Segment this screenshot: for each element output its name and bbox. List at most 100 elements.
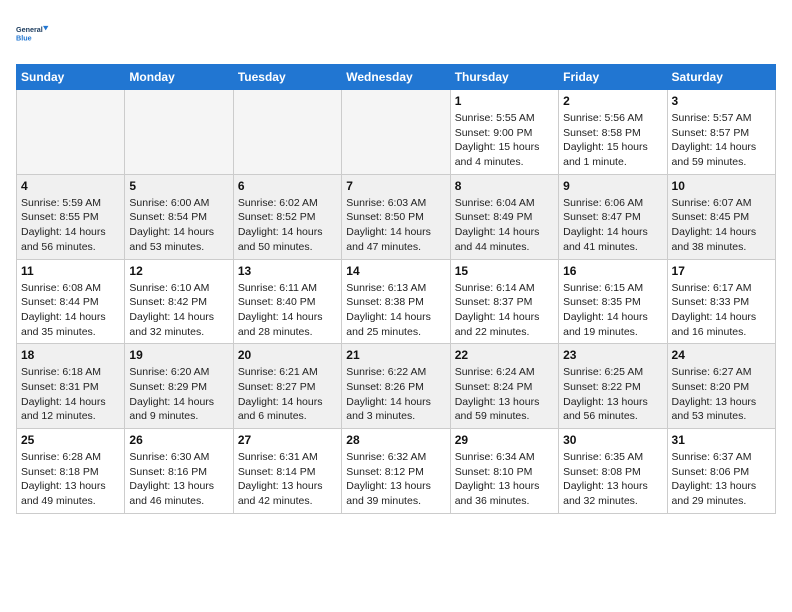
- cell-sun-info: Sunrise: 6:20 AM Sunset: 8:29 PM Dayligh…: [129, 365, 228, 424]
- cell-sun-info: Sunrise: 6:07 AM Sunset: 8:45 PM Dayligh…: [672, 196, 771, 255]
- cell-day-number: 28: [346, 433, 445, 447]
- weekday-header: Thursday: [450, 65, 558, 90]
- cell-sun-info: Sunrise: 6:04 AM Sunset: 8:49 PM Dayligh…: [455, 196, 554, 255]
- cell-sun-info: Sunrise: 5:55 AM Sunset: 9:00 PM Dayligh…: [455, 111, 554, 170]
- calendar-cell: 24Sunrise: 6:27 AM Sunset: 8:20 PM Dayli…: [667, 344, 775, 429]
- calendar-cell: 16 Sunrise: 6:15 AM Sunset: 8:35 PM Dayli…: [559, 259, 667, 344]
- calendar-cell: 1 Sunrise: 5:55 AM Sunset: 9:00 PM Daylig…: [450, 90, 558, 175]
- logo: GeneralBlue: [16, 16, 52, 52]
- calendar-cell: [342, 90, 450, 175]
- cell-sun-info: Sunrise: 6:31 AM Sunset: 8:14 PM Dayligh…: [238, 450, 337, 509]
- cell-sun-info: Sunrise: 6:30 AM Sunset: 8:16 PM Dayligh…: [129, 450, 228, 509]
- calendar-cell: 9 Sunrise: 6:06 AM Sunset: 8:47 PM Daylig…: [559, 174, 667, 259]
- calendar-cell: 30Sunrise: 6:35 AM Sunset: 8:08 PM Dayli…: [559, 429, 667, 514]
- cell-day-number: 31: [672, 433, 771, 447]
- calendar-cell: 19 Sunrise: 6:20 AM Sunset: 8:29 PM Dayli…: [125, 344, 233, 429]
- cell-day-number: 16: [563, 264, 662, 278]
- calendar-cell: 29Sunrise: 6:34 AM Sunset: 8:10 PM Dayli…: [450, 429, 558, 514]
- cell-day-number: 12: [129, 264, 228, 278]
- calendar-week-row: 11Sunrise: 6:08 AM Sunset: 8:44 PM Dayli…: [17, 259, 776, 344]
- cell-sun-info: Sunrise: 6:24 AM Sunset: 8:24 PM Dayligh…: [455, 365, 554, 424]
- weekday-header: Wednesday: [342, 65, 450, 90]
- calendar-cell: 21 Sunrise: 6:22 AM Sunset: 8:26 PM Dayli…: [342, 344, 450, 429]
- calendar-cell: 8 Sunrise: 6:04 AM Sunset: 8:49 PM Daylig…: [450, 174, 558, 259]
- cell-day-number: 26: [129, 433, 228, 447]
- cell-day-number: 25: [21, 433, 120, 447]
- cell-sun-info: Sunrise: 6:28 AM Sunset: 8:18 PM Dayligh…: [21, 450, 120, 509]
- cell-day-number: 20: [238, 348, 337, 362]
- cell-sun-info: Sunrise: 6:22 AM Sunset: 8:26 PM Dayligh…: [346, 365, 445, 424]
- cell-day-number: 21: [346, 348, 445, 362]
- calendar-cell: 3Sunrise: 5:57 AM Sunset: 8:57 PM Daylig…: [667, 90, 775, 175]
- calendar-cell: 22Sunrise: 6:24 AM Sunset: 8:24 PM Dayli…: [450, 344, 558, 429]
- cell-sun-info: Sunrise: 6:37 AM Sunset: 8:06 PM Dayligh…: [672, 450, 771, 509]
- cell-sun-info: Sunrise: 6:13 AM Sunset: 8:38 PM Dayligh…: [346, 281, 445, 340]
- calendar-cell: 20 Sunrise: 6:21 AM Sunset: 8:27 PM Dayli…: [233, 344, 341, 429]
- calendar-cell: 5 Sunrise: 6:00 AM Sunset: 8:54 PM Daylig…: [125, 174, 233, 259]
- cell-day-number: 4: [21, 179, 120, 193]
- cell-day-number: 10: [672, 179, 771, 193]
- cell-sun-info: Sunrise: 6:15 AM Sunset: 8:35 PM Dayligh…: [563, 281, 662, 340]
- calendar-cell: [125, 90, 233, 175]
- cell-sun-info: Sunrise: 6:18 AM Sunset: 8:31 PM Dayligh…: [21, 365, 120, 424]
- cell-day-number: 13: [238, 264, 337, 278]
- cell-day-number: 14: [346, 264, 445, 278]
- calendar-cell: 28 Sunrise: 6:32 AM Sunset: 8:12 PM Dayli…: [342, 429, 450, 514]
- cell-sun-info: Sunrise: 5:56 AM Sunset: 8:58 PM Dayligh…: [563, 111, 662, 170]
- cell-day-number: 9: [563, 179, 662, 193]
- calendar-cell: 17 Sunrise: 6:17 AM Sunset: 8:33 PM Dayli…: [667, 259, 775, 344]
- cell-sun-info: Sunrise: 6:06 AM Sunset: 8:47 PM Dayligh…: [563, 196, 662, 255]
- calendar-cell: 14 Sunrise: 6:13 AM Sunset: 8:38 PM Dayli…: [342, 259, 450, 344]
- cell-day-number: 23: [563, 348, 662, 362]
- cell-sun-info: Sunrise: 6:14 AM Sunset: 8:37 PM Dayligh…: [455, 281, 554, 340]
- cell-day-number: 27: [238, 433, 337, 447]
- cell-sun-info: Sunrise: 6:02 AM Sunset: 8:52 PM Dayligh…: [238, 196, 337, 255]
- calendar-week-row: 4 Sunrise: 5:59 AM Sunset: 8:55 PM Daylig…: [17, 174, 776, 259]
- svg-text:General: General: [16, 25, 43, 34]
- calendar-cell: 13 Sunrise: 6:11 AM Sunset: 8:40 PM Dayli…: [233, 259, 341, 344]
- cell-sun-info: Sunrise: 6:32 AM Sunset: 8:12 PM Dayligh…: [346, 450, 445, 509]
- cell-day-number: 15: [455, 264, 554, 278]
- cell-sun-info: Sunrise: 6:35 AM Sunset: 8:08 PM Dayligh…: [563, 450, 662, 509]
- cell-sun-info: Sunrise: 6:11 AM Sunset: 8:40 PM Dayligh…: [238, 281, 337, 340]
- cell-sun-info: Sunrise: 5:59 AM Sunset: 8:55 PM Dayligh…: [21, 196, 120, 255]
- weekday-header: Sunday: [17, 65, 125, 90]
- weekday-header: Tuesday: [233, 65, 341, 90]
- cell-day-number: 1: [455, 94, 554, 108]
- cell-day-number: 2: [563, 94, 662, 108]
- cell-day-number: 17: [672, 264, 771, 278]
- cell-day-number: 8: [455, 179, 554, 193]
- calendar-cell: [17, 90, 125, 175]
- calendar-cell: 4 Sunrise: 5:59 AM Sunset: 8:55 PM Daylig…: [17, 174, 125, 259]
- cell-day-number: 18: [21, 348, 120, 362]
- cell-day-number: 6: [238, 179, 337, 193]
- calendar-cell: 18 Sunrise: 6:18 AM Sunset: 8:31 PM Dayli…: [17, 344, 125, 429]
- cell-day-number: 5: [129, 179, 228, 193]
- calendar-cell: 26 Sunrise: 6:30 AM Sunset: 8:16 PM Dayli…: [125, 429, 233, 514]
- calendar-cell: 7Sunrise: 6:03 AM Sunset: 8:50 PM Daylig…: [342, 174, 450, 259]
- cell-sun-info: Sunrise: 6:21 AM Sunset: 8:27 PM Dayligh…: [238, 365, 337, 424]
- weekday-header: Monday: [125, 65, 233, 90]
- calendar-cell: 11Sunrise: 6:08 AM Sunset: 8:44 PM Dayli…: [17, 259, 125, 344]
- cell-day-number: 24: [672, 348, 771, 362]
- cell-sun-info: Sunrise: 6:00 AM Sunset: 8:54 PM Dayligh…: [129, 196, 228, 255]
- svg-text:Blue: Blue: [16, 33, 32, 42]
- weekday-header-row: SundayMondayTuesdayWednesdayThursdayFrid…: [17, 65, 776, 90]
- calendar-cell: 2 Sunrise: 5:56 AM Sunset: 8:58 PM Daylig…: [559, 90, 667, 175]
- calendar-cell: [233, 90, 341, 175]
- calendar-cell: 10 Sunrise: 6:07 AM Sunset: 8:45 PM Dayli…: [667, 174, 775, 259]
- cell-sun-info: Sunrise: 6:34 AM Sunset: 8:10 PM Dayligh…: [455, 450, 554, 509]
- cell-day-number: 7: [346, 179, 445, 193]
- calendar-cell: 6 Sunrise: 6:02 AM Sunset: 8:52 PM Daylig…: [233, 174, 341, 259]
- calendar-cell: 31 Sunrise: 6:37 AM Sunset: 8:06 PM Dayli…: [667, 429, 775, 514]
- calendar-cell: 15 Sunrise: 6:14 AM Sunset: 8:37 PM Dayli…: [450, 259, 558, 344]
- calendar-week-row: 1 Sunrise: 5:55 AM Sunset: 9:00 PM Daylig…: [17, 90, 776, 175]
- logo-icon: GeneralBlue: [16, 16, 52, 52]
- calendar-cell: 27 Sunrise: 6:31 AM Sunset: 8:14 PM Dayli…: [233, 429, 341, 514]
- calendar-cell: 12Sunrise: 6:10 AM Sunset: 8:42 PM Dayli…: [125, 259, 233, 344]
- cell-sun-info: Sunrise: 6:08 AM Sunset: 8:44 PM Dayligh…: [21, 281, 120, 340]
- cell-day-number: 19: [129, 348, 228, 362]
- cell-sun-info: Sunrise: 6:17 AM Sunset: 8:33 PM Dayligh…: [672, 281, 771, 340]
- calendar-week-row: 18 Sunrise: 6:18 AM Sunset: 8:31 PM Dayli…: [17, 344, 776, 429]
- cell-day-number: 3: [672, 94, 771, 108]
